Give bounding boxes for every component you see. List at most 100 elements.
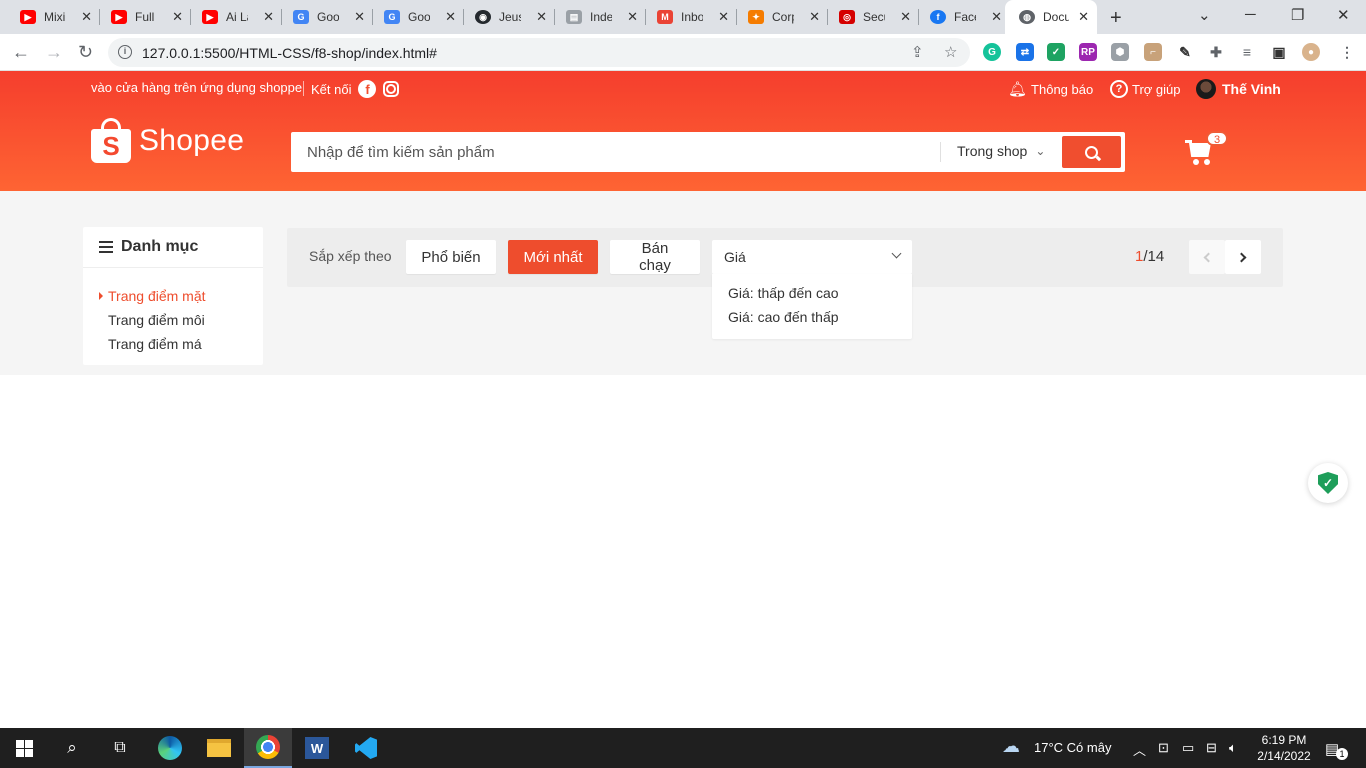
- vscode-icon[interactable]: [342, 728, 390, 768]
- sort-popular-button[interactable]: Phổ biến: [406, 240, 496, 274]
- media-control-icon[interactable]: ≡: [1238, 43, 1256, 61]
- bookmark-star-icon[interactable]: ☆: [944, 43, 957, 61]
- browser-tab[interactable]: ◉ Jeuss ✕: [455, 0, 555, 34]
- search-icon[interactable]: ⌕: [48, 728, 96, 768]
- chrome-icon[interactable]: [244, 728, 292, 768]
- youtube-icon: ▶: [20, 10, 36, 24]
- grammarly-icon[interactable]: G: [983, 43, 1001, 61]
- browser-tab[interactable]: ▶ Full L ✕: [91, 0, 191, 34]
- category-item[interactable]: Trang điểm má: [108, 332, 206, 356]
- battery-icon[interactable]: ▭: [1182, 740, 1194, 756]
- close-icon[interactable]: ✕: [991, 9, 1002, 25]
- address-bar[interactable]: i 127.0.0.1:5500/HTML-CSS/f8-shop/index.…: [108, 38, 970, 67]
- browser-tab[interactable]: ▶ MixiF ✕: [0, 0, 100, 34]
- browser-menu-icon[interactable]: ⋮: [1338, 43, 1356, 61]
- volume-icon[interactable]: 🔈︎: [1229, 740, 1237, 756]
- window-close-icon[interactable]: ✕: [1337, 6, 1350, 24]
- tab-title: Jeuss: [499, 10, 521, 24]
- security-shield-button[interactable]: ✓: [1308, 463, 1348, 503]
- extensions-puzzle-icon[interactable]: ✚: [1207, 43, 1225, 61]
- search-button[interactable]: [1062, 136, 1121, 168]
- browser-tab[interactable]: G Goog ✕: [273, 0, 373, 34]
- prev-page-button[interactable]: [1189, 240, 1225, 274]
- browser-tab[interactable]: ◎ Secu ✕: [819, 0, 919, 34]
- category-item-active[interactable]: Trang điểm mặt: [99, 284, 206, 308]
- start-button[interactable]: [0, 728, 48, 768]
- browser-tab[interactable]: ▤ Index ✕: [546, 0, 646, 34]
- share-icon[interactable]: ⇪: [911, 43, 924, 61]
- price-option-high-low[interactable]: Giá: cao đến thấp: [728, 309, 839, 325]
- notification-link[interactable]: 🔔︎ Thông báo: [1008, 80, 1093, 98]
- site-info-icon[interactable]: i: [118, 45, 132, 59]
- hexagon-extension-icon[interactable]: ⬢: [1111, 43, 1129, 61]
- sort-newest-button[interactable]: Mới nhất: [508, 240, 598, 274]
- chevron-down-icon: ⌄: [1035, 144, 1046, 158]
- bell-icon: 🔔︎: [1008, 81, 1028, 98]
- search-input[interactable]: [307, 132, 927, 172]
- meet-now-icon[interactable]: ⊡: [1158, 740, 1169, 756]
- youtube-icon: ▶: [111, 10, 127, 24]
- edge-icon[interactable]: [146, 728, 194, 768]
- minimize-icon[interactable]: ─: [1245, 6, 1256, 23]
- system-clock[interactable]: 6:19 PM 2/14/2022: [1252, 732, 1316, 764]
- browser-tab[interactable]: M Inbox ✕: [637, 0, 737, 34]
- avatar: [1196, 79, 1216, 99]
- network-icon[interactable]: ⊟: [1206, 740, 1217, 756]
- browser-tab[interactable]: ▶ Ai Là ✕: [182, 0, 282, 34]
- search-scope-select[interactable]: Trong shop ⌄: [957, 143, 1045, 159]
- chevron-down-icon: [891, 248, 902, 259]
- side-panel-icon[interactable]: ▣: [1270, 43, 1288, 61]
- tab-search-icon[interactable]: ⌄: [1198, 6, 1211, 24]
- browser-tab-active[interactable]: ◍ Docu ✕: [1005, 0, 1097, 34]
- new-tab-button[interactable]: +: [1110, 7, 1122, 30]
- color-picker-icon[interactable]: ✎: [1176, 43, 1194, 61]
- facebook-icon: f: [930, 10, 946, 24]
- weather-text[interactable]: 17°C Có mây: [1034, 740, 1111, 755]
- price-sort-select[interactable]: Giá: [712, 240, 912, 274]
- facebook-icon[interactable]: f: [358, 80, 377, 98]
- profile-avatar[interactable]: ●: [1302, 43, 1320, 61]
- price-option-low-high[interactable]: Giá: thấp đến cao: [728, 285, 839, 301]
- word-icon[interactable]: W: [293, 728, 341, 768]
- close-icon[interactable]: ✕: [1078, 9, 1089, 25]
- extension-translate-icon[interactable]: ⇄: [1016, 43, 1034, 61]
- clock-date: 2/14/2022: [1257, 749, 1311, 763]
- forward-icon[interactable]: →: [45, 42, 63, 63]
- url-text[interactable]: 127.0.0.1:5500/HTML-CSS/f8-shop/index.ht…: [142, 45, 437, 61]
- shopee-logo[interactable]: S Shopee: [91, 117, 244, 165]
- help-link[interactable]: ? Trợ giúp: [1110, 80, 1181, 98]
- chevron-right-icon: [1236, 252, 1247, 262]
- tab-title: Goog: [408, 10, 430, 24]
- browser-toolbar: ← → ↻ i 127.0.0.1:5500/HTML-CSS/f8-shop/…: [0, 34, 1366, 71]
- browser-tab[interactable]: ✦ Corp ✕: [728, 0, 828, 34]
- price-select-label: Giá: [724, 249, 746, 265]
- page-indicator: 1/14: [1135, 248, 1164, 265]
- ruler-extension-icon[interactable]: ⌐: [1144, 43, 1162, 61]
- back-icon[interactable]: ←: [12, 42, 30, 63]
- clock-time: 6:19 PM: [1261, 733, 1307, 747]
- rp-extension-icon[interactable]: RP: [1079, 43, 1097, 61]
- instagram-icon[interactable]: [383, 81, 400, 97]
- browser-tab[interactable]: G Goog ✕: [364, 0, 464, 34]
- search-scope-label: Trong shop: [957, 143, 1028, 159]
- category-item[interactable]: Trang điểm môi: [108, 308, 206, 332]
- fpt-icon: ✦: [748, 10, 764, 24]
- category-sidebar: Danh mục Trang điểm mặt Trang điểm môi T…: [83, 227, 263, 365]
- next-page-button[interactable]: [1225, 240, 1261, 274]
- file-explorer-icon[interactable]: [195, 728, 243, 768]
- tab-title: Full L: [135, 10, 157, 24]
- weather-cloud-icon: ☁: [1002, 736, 1020, 756]
- user-menu[interactable]: Thế Vinh: [1196, 79, 1281, 99]
- help-label: Trợ giúp: [1132, 81, 1181, 97]
- chevron-up-icon[interactable]: ︿: [1133, 740, 1146, 759]
- category-list: Trang điểm mặt Trang điểm môi Trang điểm…: [99, 284, 206, 356]
- shield-extension-icon[interactable]: ✓: [1047, 43, 1065, 61]
- restore-icon[interactable]: ❐: [1291, 6, 1304, 24]
- browser-tab[interactable]: f Facel ✕: [910, 0, 1010, 34]
- app-download-link[interactable]: vào cửa hàng trên ứng dụng shoppe: [91, 80, 302, 95]
- github-icon: ◉: [475, 10, 491, 24]
- sort-bestseller-button[interactable]: Bán chạy: [610, 240, 700, 274]
- reload-icon[interactable]: ↻: [78, 42, 93, 63]
- document-icon: ▤: [566, 10, 582, 24]
- task-view-icon[interactable]: ⧉: [96, 728, 144, 768]
